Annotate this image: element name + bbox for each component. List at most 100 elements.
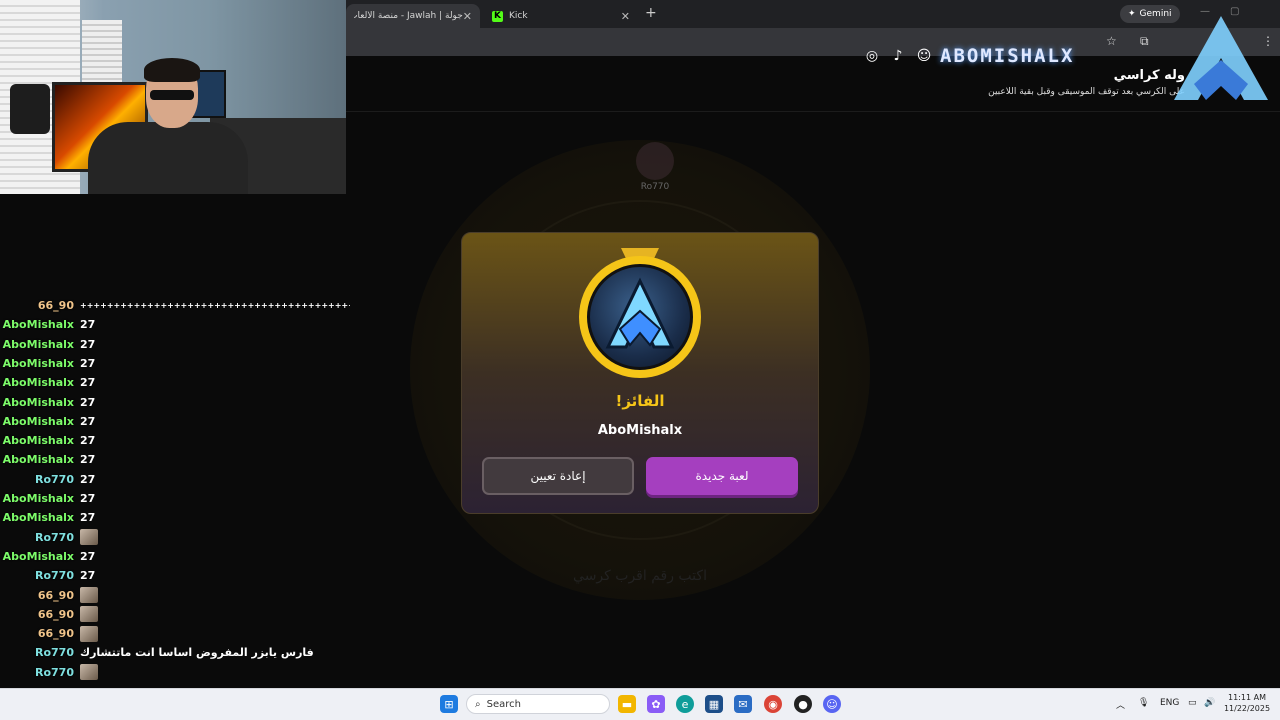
avatar (636, 142, 674, 180)
chat-message: AboMishalx 27 (0, 489, 96, 508)
microphone (10, 84, 50, 134)
chat-message: AboMishalx 27 (0, 335, 96, 354)
chat-username[interactable]: 66_90 (0, 608, 80, 621)
extensions-icon[interactable]: ⧉ (1140, 34, 1149, 49)
chat-text: 27 (80, 395, 96, 409)
chat-text: 27 (80, 318, 96, 332)
chevron-up-icon[interactable]: ︿ (1116, 698, 1125, 711)
windows-start-icon[interactable]: ⊞ (440, 695, 458, 713)
star-icon[interactable]: ☆ (1106, 34, 1117, 48)
outlook-icon[interactable]: ✉ (734, 695, 752, 713)
tab-jawlah[interactable]: جولة | Jawlah - منصة الألعاب الت ✕ (346, 4, 480, 28)
discord-icon[interactable]: ☺ (823, 695, 841, 713)
search-input[interactable]: ⌕ Search (466, 694, 610, 714)
game-subtitle: على الكرسي بعد توقف الموسيقى وقبل بقية ا… (988, 87, 1185, 97)
seat-player-name: Ro770 (640, 182, 670, 192)
chat-username[interactable]: 66_90 (0, 627, 80, 640)
clock[interactable]: 11:11 AM 11/22/2025 (1222, 692, 1272, 714)
streamer-hair (144, 58, 200, 82)
logo-icon (605, 277, 675, 349)
new-tab-button[interactable]: + (645, 5, 657, 21)
tab-label: Kick (509, 11, 528, 21)
chat-username[interactable]: 66_90 (0, 589, 80, 602)
chat-message: 66_90 (0, 605, 98, 624)
sparkle-icon: ✦ (1128, 9, 1136, 19)
chat-message: AboMishalx 27 (0, 431, 96, 450)
chat-text: ++++++++++++++++++++++++++++++++++++++++… (80, 301, 350, 310)
chat-text: 27 (80, 472, 96, 486)
chat-message: AboMishalx 27 (0, 547, 96, 566)
faded-hint: اكتب رقم اقرب كرسي (573, 568, 707, 584)
gemini-button[interactable]: ✦ Gemini (1120, 5, 1180, 23)
streamer (88, 58, 248, 194)
tab-kick[interactable]: K Kick ✕ (484, 4, 638, 28)
chat-message: AboMishalx 27 (0, 412, 96, 431)
language-indicator[interactable]: ENG (1160, 698, 1179, 708)
sunglasses (150, 90, 194, 100)
chat-message: Ro770 (0, 663, 98, 682)
chat-message: 66_90 (0, 586, 98, 605)
brand-overlay: ◎ ♪ ☺ ABOMISHALX (862, 42, 1074, 70)
volume-icon[interactable]: 🔊 (1204, 698, 1215, 708)
chat-username[interactable]: Ro770 (0, 531, 80, 544)
chat-message: Ro770 27 (0, 470, 95, 489)
network-icon[interactable]: ▭ (1188, 698, 1197, 708)
chat-text: 27 (80, 549, 96, 563)
copilot-icon[interactable]: ✿ (647, 695, 665, 713)
winner-name: AboMishalx (597, 423, 683, 438)
chat-username[interactable]: AboMishalx (0, 511, 80, 524)
chat-username[interactable]: AboMishalx (0, 415, 80, 428)
chat-username[interactable]: Ro770 (0, 569, 80, 582)
chat-username[interactable]: 66_90 (0, 299, 80, 312)
close-icon[interactable]: ✕ (463, 10, 472, 23)
microphone-icon[interactable]: 🎙 (1138, 698, 1149, 708)
winner-heading: الفائز! (615, 392, 665, 410)
close-icon[interactable]: ✕ (621, 10, 630, 23)
chat-username[interactable]: Ro770 (0, 646, 80, 659)
chat-message: 66_90 (0, 624, 98, 643)
chat-username[interactable]: Ro770 (0, 473, 80, 486)
chrome-icon[interactable]: ◉ (764, 695, 782, 713)
chat-username[interactable]: AboMishalx (0, 550, 80, 563)
chat-username[interactable]: Ro770 (0, 666, 80, 679)
reset-button[interactable]: إعادة تعيين (482, 457, 634, 495)
emote-icon (80, 529, 98, 546)
store-icon[interactable]: ▦ (705, 695, 723, 713)
chat-message: Ro770 (0, 528, 98, 547)
chat-message: AboMishalx 27 (0, 450, 96, 469)
kick-icon: K (492, 10, 503, 22)
chat-username[interactable]: AboMishalx (0, 434, 80, 447)
chat-text: 27 (80, 511, 96, 525)
new-game-button[interactable]: لعبة جديدة (646, 457, 798, 495)
webcam-feed (0, 0, 346, 194)
chat-username[interactable]: AboMishalx (0, 396, 80, 409)
folder-icon[interactable]: ▬ (618, 695, 636, 713)
time-text: 11:11 AM (1228, 693, 1266, 702)
emote-icon (80, 664, 98, 681)
date-text: 11/22/2025 (1223, 704, 1271, 713)
chat-username[interactable]: AboMishalx (0, 453, 80, 466)
chat-message: Ro770 27 (0, 566, 95, 585)
chat-username[interactable]: AboMishalx (0, 338, 80, 351)
tab-label: جولة | Jawlah - منصة الألعاب الت (354, 11, 463, 21)
chat-text: 27 (80, 492, 96, 505)
chat-username[interactable]: AboMishalx (0, 357, 80, 370)
taskbar (0, 688, 1280, 720)
chat-text: فارس يابزر المفروض اساسا انت ماتتشارك (80, 646, 314, 660)
emote-icon (80, 606, 98, 623)
chat-message: 66_90 +++++++++++++++++++++++++++++++++++… (0, 296, 350, 315)
chat-username[interactable]: AboMishalx (0, 318, 80, 331)
search-icon: ⌕ (475, 698, 481, 710)
chat-message: AboMishalx 27 (0, 393, 96, 412)
brand-logo-icon (1174, 16, 1268, 100)
chat-username[interactable]: AboMishalx (0, 376, 80, 389)
chat-username[interactable]: AboMishalx (0, 492, 80, 505)
chat-text: 27 (80, 337, 96, 351)
winner-avatar (587, 264, 693, 370)
instagram-icon: ◎ (865, 48, 879, 64)
emote-icon (80, 625, 98, 642)
obs-icon[interactable]: ● (794, 695, 812, 713)
chat-text: 27 (80, 376, 96, 390)
chat-text: 27 (80, 356, 96, 370)
edge-icon[interactable]: e (676, 695, 694, 713)
